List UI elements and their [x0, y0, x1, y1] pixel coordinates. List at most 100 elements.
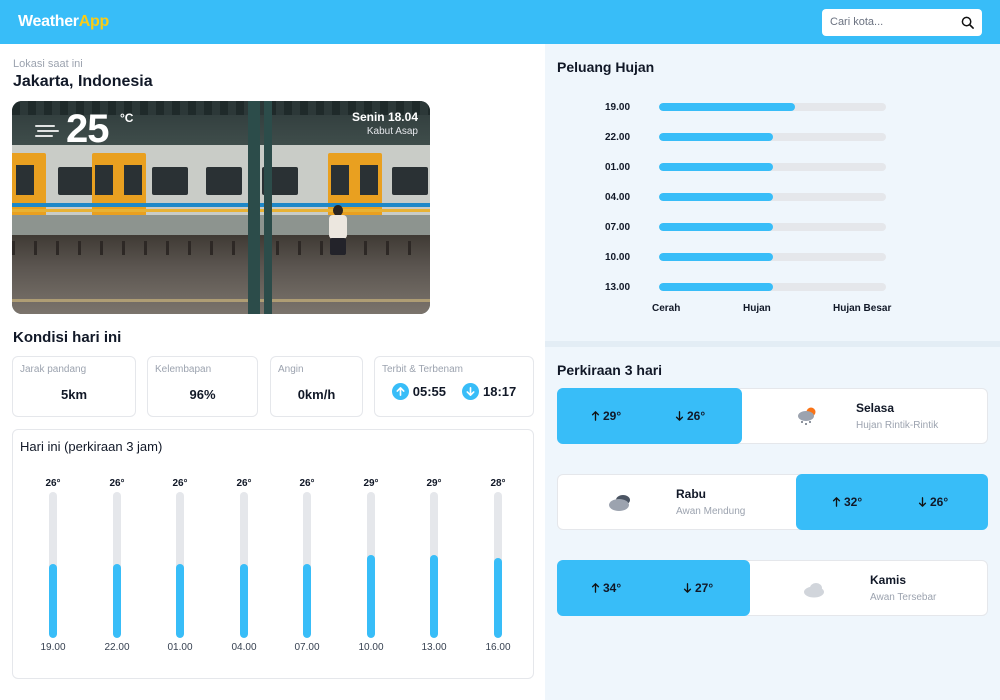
- sunset: 18:17: [462, 383, 516, 400]
- hourly-temp: 26°: [109, 478, 125, 489]
- rain-chance-bar: [659, 133, 886, 141]
- humidity-value: 96%: [189, 387, 216, 402]
- humidity-label: Kelembapan: [155, 364, 212, 375]
- humidity-card: Kelembapan 96%: [147, 356, 258, 417]
- forecast-temp-range: 34° 27°: [557, 560, 750, 616]
- rain-legend-heavy-rain: Hujan Besar: [833, 303, 892, 314]
- rain-chance-row: 10.00: [605, 250, 886, 264]
- city-search-input[interactable]: [830, 16, 960, 28]
- rain-chance-bar-fill: [659, 133, 773, 141]
- hourly-item: 29° 13.00: [414, 478, 454, 653]
- rain-chance-row: 04.00: [605, 190, 886, 204]
- sunrise: 05:55: [391, 383, 446, 400]
- rain-chance-bar-fill: [659, 223, 773, 231]
- logo-text: Weather: [18, 13, 79, 30]
- rain-chance-row: 19.00: [605, 100, 886, 114]
- visibility-card: Jarak pandang 5km: [12, 356, 136, 417]
- rain-chance-bar: [659, 253, 886, 261]
- visibility-value: 5km: [60, 387, 88, 402]
- current-date: Senin 18.04: [351, 110, 418, 124]
- hourly-temp-bar: [430, 492, 438, 638]
- rain-chance-bar-fill: [659, 163, 773, 171]
- hourly-item: 28° 16.00: [478, 478, 518, 653]
- hourly-temp-bar: [49, 492, 57, 638]
- rain-legend-rain: Hujan: [743, 303, 771, 314]
- forecast-day-desc: Awan Mendung: [676, 506, 746, 517]
- hourly-temp: 26°: [45, 478, 61, 489]
- hourly-temp: 26°: [299, 478, 315, 489]
- hourly-item: 26° 07.00: [287, 478, 327, 653]
- hourly-time: 04.00: [231, 642, 257, 653]
- rain-chance-time: 22.00: [605, 131, 631, 143]
- arrow-up-icon: [832, 497, 841, 507]
- hourly-time: 16.00: [485, 642, 511, 653]
- forecast-panel: Peluang Hujan 19.00 22.00 01.00 04.00 07.00 1…: [545, 44, 1000, 700]
- hourly-temp-bar-fill: [494, 557, 502, 638]
- hourly-temp-bar-fill: [113, 563, 121, 638]
- sunset-time: 18:17: [483, 384, 517, 399]
- location-label: Lokasi saat ini: [13, 58, 83, 70]
- forecast-day-name: Selasa: [856, 401, 895, 415]
- hourly-temp: 28°: [490, 478, 506, 489]
- hourly-time: 01.00: [167, 642, 193, 653]
- forecast-day-desc: Awan Tersebar: [870, 592, 937, 603]
- train-window: [58, 167, 94, 195]
- hourly-temp: 29°: [363, 478, 379, 489]
- hourly-time: 22.00: [104, 642, 130, 653]
- rain-chance-bar-fill: [659, 103, 796, 111]
- hero-photo-rail: [12, 241, 430, 255]
- rain-chance-row: 07.00: [605, 220, 886, 234]
- hourly-item: 26° 04.00: [224, 478, 264, 653]
- forecast-temp-range: 29° 26°: [557, 388, 742, 444]
- arrow-up-icon: [591, 411, 600, 421]
- train-window: [206, 167, 242, 195]
- forecast-high: 29°: [591, 409, 621, 423]
- sunrise-sunset-label: Terbit & Terbenam: [382, 364, 463, 375]
- search-icon[interactable]: [960, 15, 974, 29]
- forecast-day-name: Kamis: [870, 573, 907, 587]
- conditions-title: Kondisi hari ini: [13, 329, 122, 346]
- section-divider: [545, 341, 1000, 347]
- rain-chance-bar: [659, 223, 886, 231]
- rain-legend-clear: Cerah: [652, 303, 681, 314]
- rain-chance-bar-fill: [659, 253, 773, 261]
- rain-cloud-icon: [792, 404, 822, 428]
- hourly-item: 29° 10.00: [351, 478, 391, 653]
- haze-icon: [34, 121, 60, 141]
- current-description: Kabut Asap: [366, 126, 418, 137]
- arrow-down-icon: [683, 583, 692, 593]
- rain-chance-bar-fill: [659, 283, 773, 291]
- rain-chance-time: 01.00: [605, 161, 631, 173]
- hourly-forecast-title: Hari ini (perkiraan 3 jam): [20, 439, 163, 454]
- hourly-temp: 26°: [236, 478, 252, 489]
- hourly-forecast-card: Hari ini (perkiraan 3 jam) 26° 19.00 26° 22…: [12, 429, 534, 679]
- rain-chance-bar-fill: [659, 193, 773, 201]
- hourly-time: 07.00: [294, 642, 320, 653]
- hourly-temp-bar-fill: [303, 563, 311, 638]
- hourly-time: 10.00: [358, 642, 384, 653]
- location-name: Jakarta, Indonesia: [13, 73, 153, 90]
- rain-chance-time: 13.00: [605, 281, 631, 293]
- hourly-temp-bar: [176, 492, 184, 638]
- forecast-day-desc: Hujan Rintik-Rintik: [856, 420, 939, 431]
- hourly-item: 26° 22.00: [97, 478, 137, 653]
- hourly-temp-bar: [113, 492, 121, 638]
- rain-chance-bar: [659, 163, 886, 171]
- hourly-temp-bar: [240, 492, 248, 638]
- rain-chance-row: 01.00: [605, 160, 886, 174]
- wind-card: Angin 0km/h: [270, 356, 363, 417]
- forecast-day-name: Rabu: [676, 487, 706, 501]
- hourly-temp-bar: [303, 492, 311, 638]
- train-window: [152, 167, 188, 195]
- forecast-temp-range: 32° 26°: [796, 474, 988, 530]
- hero-photo-train: [12, 145, 430, 235]
- wind-value: 0km/h: [297, 387, 336, 402]
- hourly-temp-bar: [494, 492, 502, 638]
- hourly-item: 26° 19.00: [33, 478, 73, 653]
- app-logo[interactable]: WeatherApp: [18, 13, 109, 31]
- rain-chance-bar: [659, 103, 886, 111]
- rain-chance-row: 13.00: [605, 280, 886, 294]
- arrow-up-icon: [591, 583, 600, 593]
- hourly-time: 13.00: [421, 642, 447, 653]
- hourly-temp-bar-fill: [240, 563, 248, 638]
